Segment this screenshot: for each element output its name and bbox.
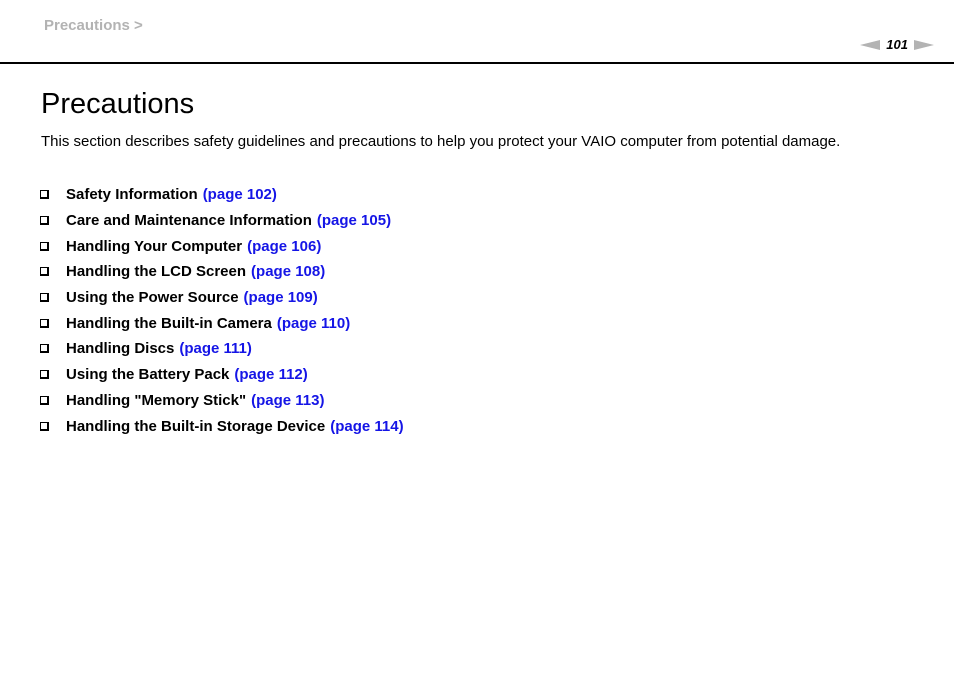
item-label: Handling the Built-in Storage Device <box>66 417 326 435</box>
page-link[interactable]: (page 108) <box>251 263 325 280</box>
topic-list: Safety Information (page 102) Care and Ma… <box>40 182 404 439</box>
intro-text: This section describes safety guidelines… <box>41 133 841 150</box>
page-link[interactable]: (page 112) <box>234 366 307 383</box>
item-label: Handling "Memory Stick" <box>66 391 247 409</box>
item-label: Handling Your Computer <box>66 237 243 255</box>
list-item: Handling the Built-in Camera (page 110) <box>40 310 404 336</box>
checkbox-bullet-icon <box>40 370 49 380</box>
item-label: Handling Discs <box>66 340 175 358</box>
right-arrow-icon[interactable] <box>914 39 934 50</box>
checkbox-bullet-icon <box>40 293 49 303</box>
page-link[interactable]: (page 106) <box>247 238 321 255</box>
list-item: Handling Discs (page 111) <box>40 336 404 362</box>
page-link[interactable]: (page 111) <box>179 340 252 357</box>
checkbox-bullet-icon <box>40 241 49 251</box>
item-label: Using the Battery Pack <box>66 366 230 384</box>
item-label: Safety Information <box>66 186 198 204</box>
page-number: 101 <box>886 37 908 52</box>
item-label: Care and Maintenance Information <box>66 212 312 230</box>
page-link[interactable]: (page 113) <box>251 392 324 409</box>
checkbox-bullet-icon <box>40 421 49 431</box>
page-link[interactable]: (page 109) <box>244 289 318 306</box>
checkbox-bullet-icon <box>40 216 49 226</box>
page-title: Precautions <box>41 88 195 120</box>
checkbox-bullet-icon <box>40 267 49 277</box>
checkbox-bullet-icon <box>40 190 49 200</box>
list-item: Using the Battery Pack (page 112) <box>40 362 404 388</box>
list-item: Safety Information (page 102) <box>40 182 404 208</box>
checkbox-bullet-icon <box>40 344 49 354</box>
list-item: Handling the LCD Screen (page 108) <box>40 259 404 285</box>
page-link[interactable]: (page 114) <box>330 418 403 435</box>
list-item: Handling the Built-in Storage Device (pag… <box>40 413 404 439</box>
page-navigation: 101 <box>860 37 934 52</box>
checkbox-bullet-icon <box>40 318 49 328</box>
list-item: Care and Maintenance Information (page 10… <box>40 208 404 234</box>
checkbox-bullet-icon <box>40 395 49 405</box>
header-divider <box>0 62 954 64</box>
breadcrumb[interactable]: Precautions > <box>44 17 143 34</box>
list-item: Handling "Memory Stick" (page 113) <box>40 388 404 414</box>
page-link[interactable]: (page 110) <box>277 315 350 332</box>
item-label: Handling the Built-in Camera <box>66 314 272 332</box>
left-arrow-icon[interactable] <box>860 39 881 50</box>
page-link[interactable]: (page 105) <box>317 212 391 229</box>
list-item: Handling Your Computer (page 106) <box>40 233 404 259</box>
page-link[interactable]: (page 102) <box>203 186 277 203</box>
list-item: Using the Power Source (page 109) <box>40 285 404 311</box>
item-label: Handling the LCD Screen <box>66 263 247 281</box>
item-label: Using the Power Source <box>66 289 239 307</box>
